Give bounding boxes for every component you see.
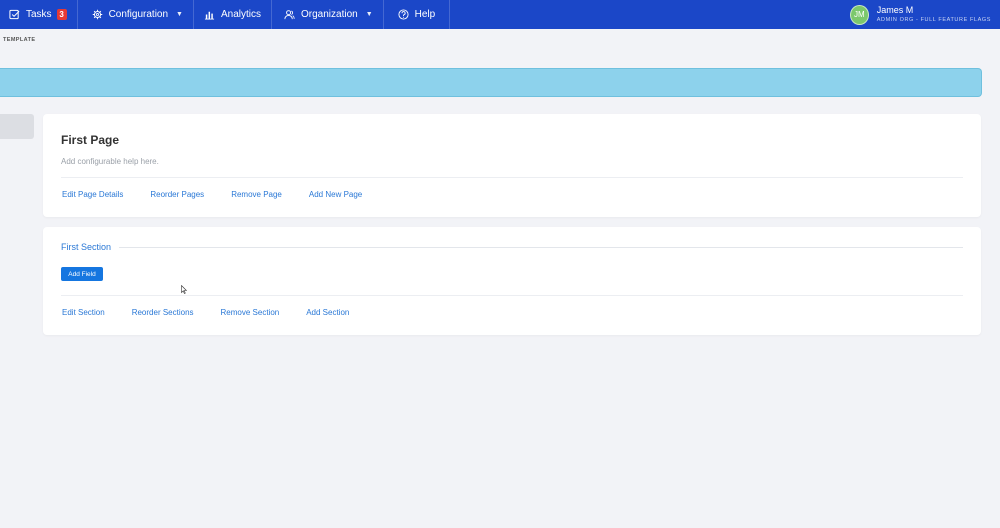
nav-item-label: Configuration <box>108 9 169 20</box>
nav-item-help[interactable]: Help <box>384 0 451 29</box>
nav-item-label: Help <box>414 9 436 20</box>
page-card: First Page Add configurable help here. E… <box>43 114 981 217</box>
avatar[interactable]: JM <box>850 4 869 25</box>
mouse-cursor-icon <box>181 285 187 294</box>
side-panel-tab[interactable] <box>0 114 34 139</box>
info-banner <box>0 68 982 97</box>
gear-icon <box>92 9 102 20</box>
page-help-text: Add configurable help here. <box>61 157 159 166</box>
bar-chart-icon <box>204 11 215 20</box>
add-field-button[interactable]: Add Field <box>61 267 103 281</box>
nav-item-analytics[interactable]: Analytics <box>194 0 272 29</box>
user-name: James M <box>876 4 914 15</box>
remove-page-link[interactable]: Remove Page <box>231 190 282 199</box>
reorder-sections-link[interactable]: Reorder Sections <box>132 308 194 317</box>
user-menu[interactable]: JM James M ADMIN ORG - FULL FEATURE FLAG… <box>850 0 1000 29</box>
nav-item-label: Tasks <box>26 9 52 20</box>
nav-item-label: Analytics <box>220 9 261 20</box>
nav-item-configuration[interactable]: Configuration ▼ <box>78 0 194 29</box>
user-org-subtitle: ADMIN ORG - FULL FEATURE FLAGS <box>876 17 991 24</box>
people-icon <box>284 10 295 20</box>
add-new-page-link[interactable]: Add New Page <box>309 190 362 199</box>
page-actions: Edit Page Details Reorder Pages Remove P… <box>62 190 389 199</box>
nav-item-label: Organization <box>301 9 358 20</box>
divider <box>61 177 963 178</box>
chevron-down-icon: ▼ <box>365 11 373 18</box>
section-card: First Section Add Field Edit Section Reo… <box>43 227 981 335</box>
edit-page-details-link[interactable]: Edit Page Details <box>62 190 123 199</box>
checkbox-icon <box>9 9 20 20</box>
remove-section-link[interactable]: Remove Section <box>221 308 280 317</box>
top-navigation-bar: Tasks 3 Configuration ▼ Analytics Organi… <box>0 0 1000 29</box>
section-header: First Section <box>61 242 963 252</box>
section-title: First Section <box>61 242 112 252</box>
chevron-down-icon: ▼ <box>176 11 183 18</box>
add-section-link[interactable]: Add Section <box>306 308 349 317</box>
page-title: First Page <box>61 133 120 147</box>
divider <box>119 246 963 248</box>
divider <box>61 295 963 296</box>
question-circle-icon <box>398 9 409 20</box>
nav-item-organization[interactable]: Organization ▼ <box>272 0 384 29</box>
nav-item-tasks[interactable]: Tasks 3 <box>0 0 78 29</box>
edit-section-link[interactable]: Edit Section <box>62 308 105 317</box>
section-actions: Edit Section Reorder Sections Remove Sec… <box>62 308 376 317</box>
breadcrumb[interactable]: TEMPLATE <box>3 37 35 43</box>
tasks-count-badge: 3 <box>56 9 67 20</box>
user-info: James M ADMIN ORG - FULL FEATURE FLAGS <box>876 4 991 24</box>
reorder-pages-link[interactable]: Reorder Pages <box>150 190 204 199</box>
